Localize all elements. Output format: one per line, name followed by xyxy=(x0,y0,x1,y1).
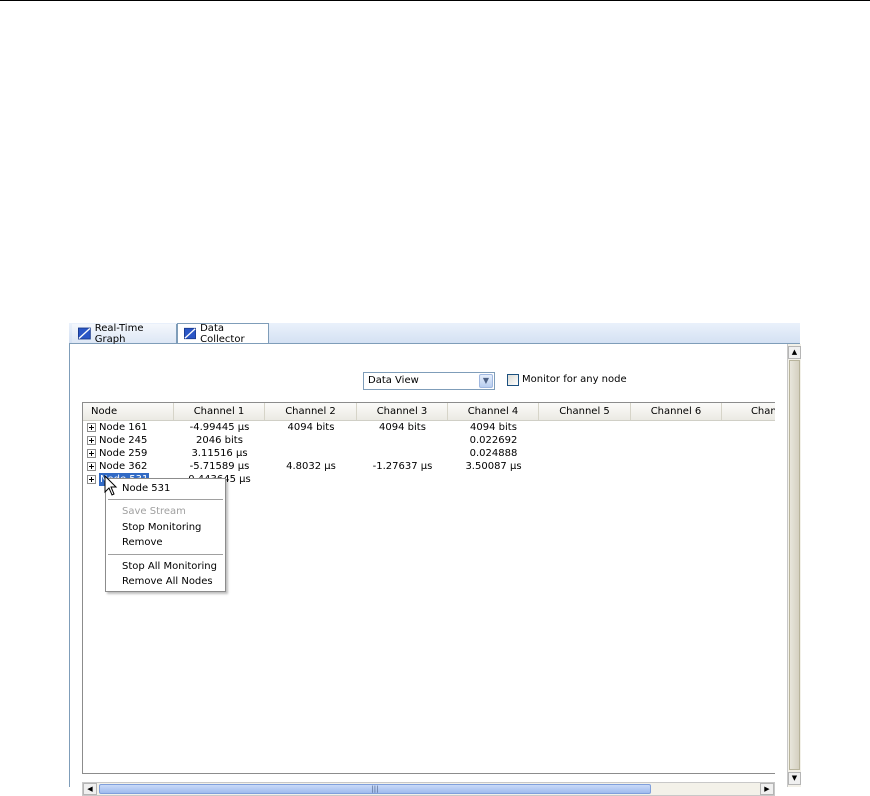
tab-label: Data Collector xyxy=(200,322,245,345)
node-cell: Node 245 xyxy=(87,434,147,447)
cell-channel-1: -4.99445 µs xyxy=(189,422,250,433)
cell-channel-4 xyxy=(448,473,539,486)
cell-channel-3 xyxy=(357,434,448,447)
monitor-any-node-checkbox[interactable] xyxy=(507,374,519,386)
cell-channel-3: 4094 bits xyxy=(379,422,426,433)
scroll-down-icon[interactable]: ▼ xyxy=(788,772,801,785)
column-header-channel-3[interactable]: Channel 3 xyxy=(357,403,448,420)
mouse-pointer-icon xyxy=(104,475,118,496)
table-row[interactable]: Node 245 2046 bits 0.022692 xyxy=(83,434,775,447)
cell-channel-3 xyxy=(357,447,448,460)
expand-icon[interactable] xyxy=(87,423,96,432)
column-header-channel-1[interactable]: Channel 1 xyxy=(174,403,265,420)
horizontal-scroll-thumb[interactable]: ||| xyxy=(99,784,651,794)
node-label: Node 259 xyxy=(99,448,148,459)
monitor-any-node-label: Monitor for any node xyxy=(522,374,627,385)
page-top-rule xyxy=(0,0,870,1)
cell-channel-2 xyxy=(265,447,357,460)
chevron-down-icon[interactable]: ▼ xyxy=(479,374,493,388)
horizontal-scrollbar[interactable]: ◀ ||| ▶ xyxy=(82,782,775,796)
column-header-channel-7[interactable]: Chann xyxy=(722,403,775,420)
scroll-up-icon[interactable]: ▲ xyxy=(788,346,801,359)
cell-channel-4: 4094 bits xyxy=(470,422,517,433)
tab-data-collector[interactable]: Data Collector xyxy=(177,322,269,345)
node-label: Node 161 xyxy=(99,422,148,433)
node-cell: Node 259 xyxy=(87,447,147,460)
view-select-value: Data View xyxy=(368,375,419,386)
vertical-scroll-thumb[interactable] xyxy=(789,360,800,770)
vertical-scrollbar[interactable]: ▲ ▼ xyxy=(787,344,801,787)
expand-icon[interactable] xyxy=(87,449,96,458)
node-cell: Node 362 xyxy=(87,460,147,473)
table-row[interactable]: Node 161 -4.99445 µs 4094 bits 4094 bits… xyxy=(83,421,775,434)
column-header-channel-6[interactable]: Channel 6 xyxy=(631,403,722,420)
tab-real-time-graph[interactable]: Real-Time Graph xyxy=(72,322,177,345)
cell-channel-3 xyxy=(357,473,448,486)
menu-separator xyxy=(108,499,223,500)
cell-channel-4: 0.024888 xyxy=(469,448,518,459)
expand-icon[interactable] xyxy=(87,462,96,471)
menu-header-node: Node 531 xyxy=(122,483,171,494)
node-label: Node 245 xyxy=(99,435,148,446)
cell-channel-4: 3.50087 µs xyxy=(465,461,522,472)
cell-channel-1: 3.11516 µs xyxy=(191,448,248,459)
menu-item-remove[interactable]: Remove xyxy=(122,536,163,550)
tab-bar: Real-Time Graph Data Collector xyxy=(69,322,800,345)
cell-channel-2: 4.8032 µs xyxy=(286,461,336,472)
node-label: Node 362 xyxy=(99,461,148,472)
scroll-right-icon[interactable]: ▶ xyxy=(760,783,774,795)
expand-icon[interactable] xyxy=(87,436,96,445)
column-header-channel-5[interactable]: Channel 5 xyxy=(539,403,631,420)
node-cell: Node 161 xyxy=(87,421,147,434)
expand-icon[interactable] xyxy=(87,475,96,484)
menu-item-stop-monitoring[interactable]: Stop Monitoring xyxy=(122,521,201,535)
collector-icon xyxy=(184,327,197,340)
cell-channel-2 xyxy=(265,473,357,486)
cell-channel-1: -5.71589 µs xyxy=(189,461,250,472)
tab-label: Real-Time Graph xyxy=(94,322,144,345)
cell-channel-3: -1.27637 µs xyxy=(372,461,433,472)
cell-channel-1: 2046 bits xyxy=(196,435,243,446)
scroll-left-icon[interactable]: ◀ xyxy=(83,783,97,795)
cell-channel-2: 4094 bits xyxy=(287,422,335,433)
table-row[interactable]: Node 362 -5.71589 µs 4.8032 µs -1.27637 … xyxy=(83,460,775,473)
menu-item-remove-all-nodes[interactable]: Remove All Nodes xyxy=(122,575,213,589)
table-header: Node Channel 1 Channel 2 Channel 3 Chann… xyxy=(83,403,775,421)
menu-item-stop-all-monitoring[interactable]: Stop All Monitoring xyxy=(122,560,217,574)
graph-icon xyxy=(78,327,91,340)
column-header-node[interactable]: Node xyxy=(83,403,174,420)
column-header-channel-4[interactable]: Channel 4 xyxy=(448,403,539,420)
cell-channel-4: 0.022692 xyxy=(469,435,518,446)
context-menu: Node 531 Save Stream Stop Monitoring Rem… xyxy=(105,478,226,592)
column-header-channel-2[interactable]: Channel 2 xyxy=(265,403,357,420)
menu-item-save-stream[interactable]: Save Stream xyxy=(122,505,186,519)
view-select[interactable]: Data View ▼ xyxy=(363,372,495,390)
cell-channel-2 xyxy=(265,434,357,447)
menu-separator xyxy=(108,554,223,555)
table-row[interactable]: Node 259 3.11516 µs 0.024888 xyxy=(83,447,775,460)
